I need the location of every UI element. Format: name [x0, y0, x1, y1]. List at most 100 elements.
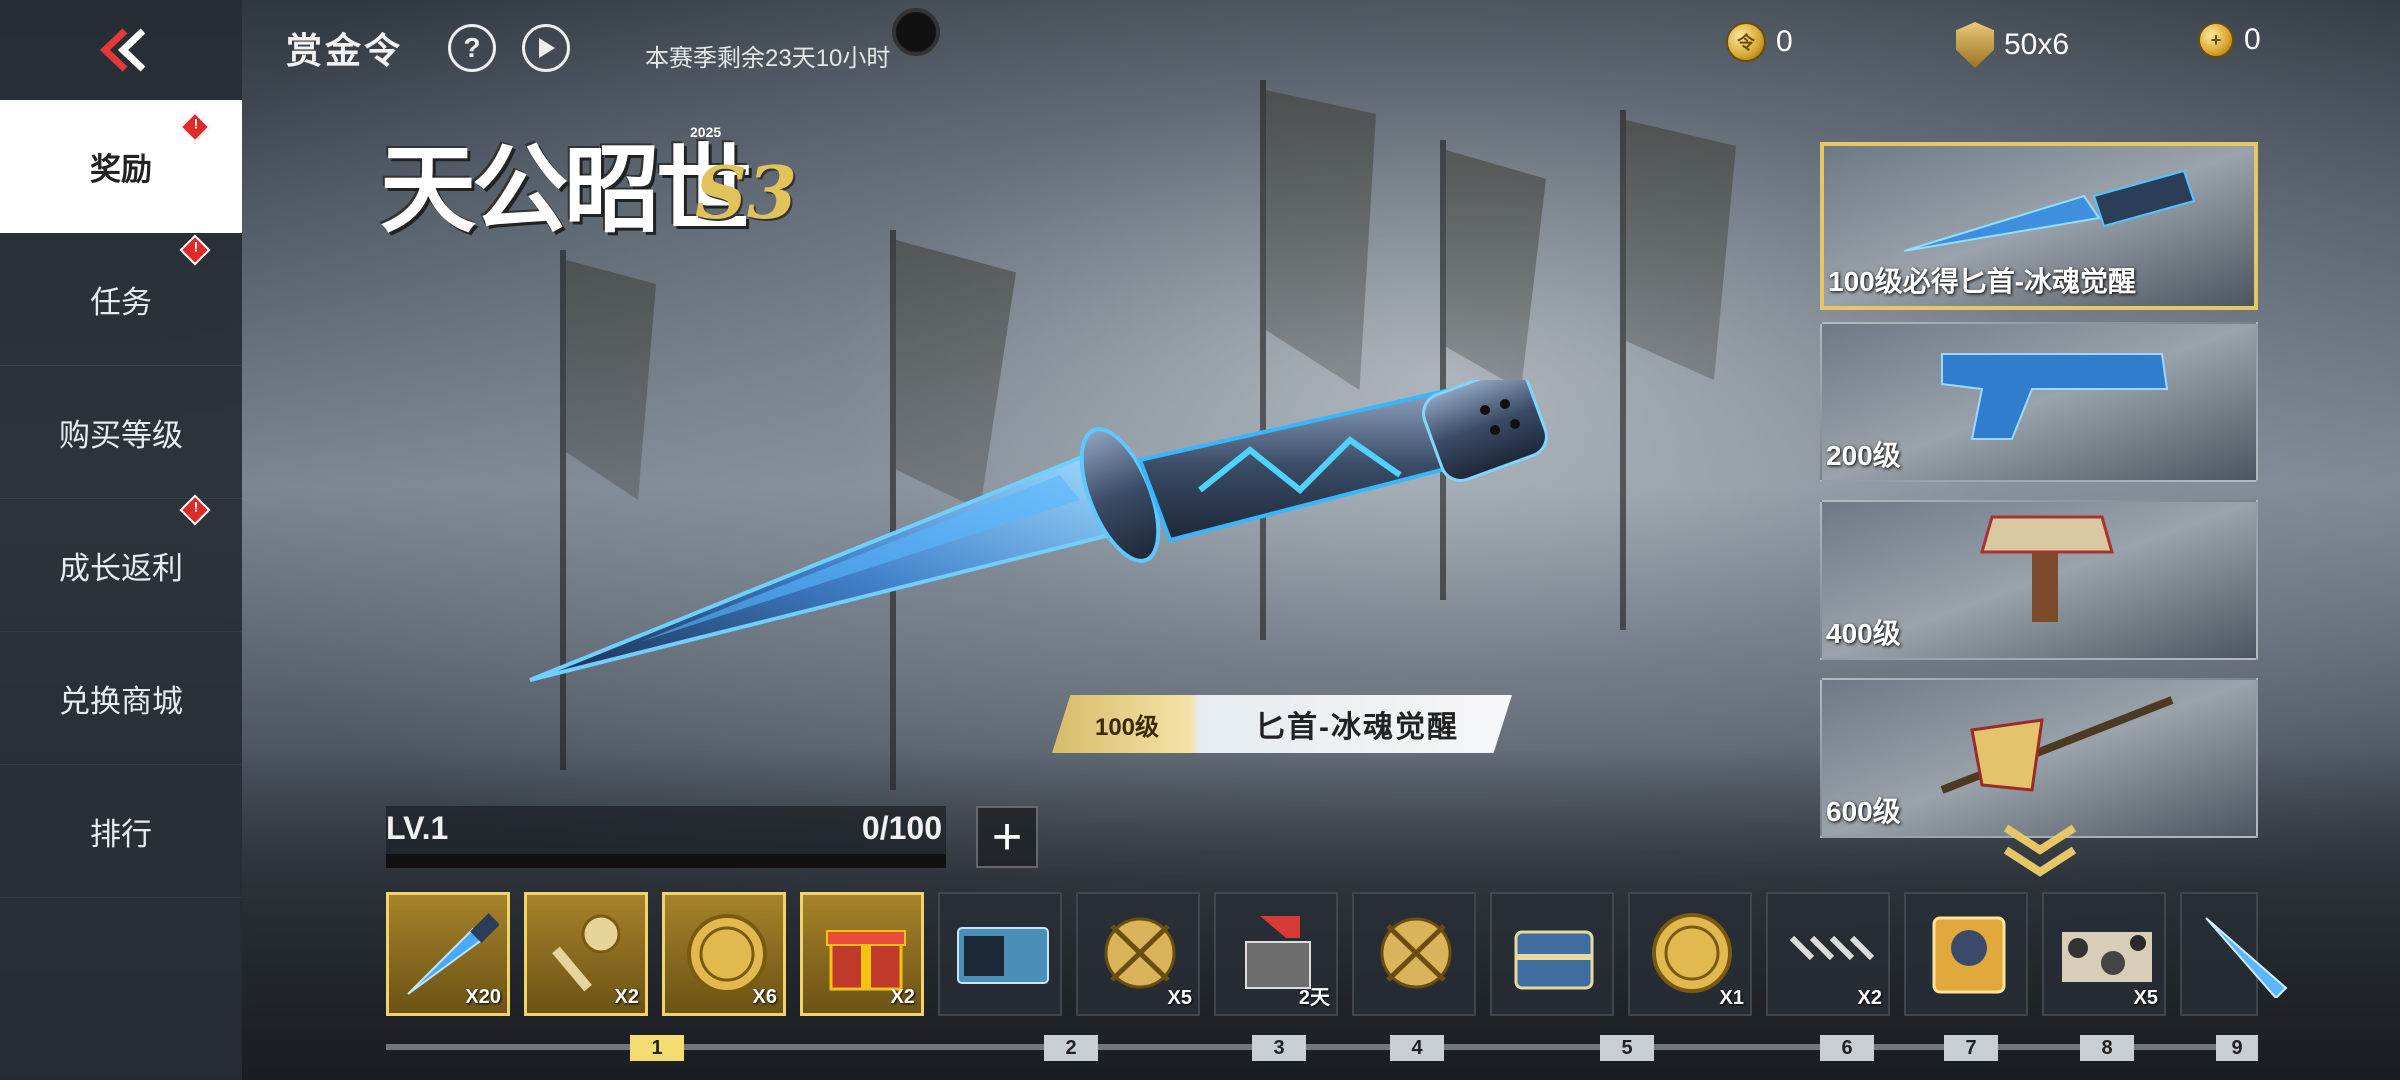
reward-count: X5 [2133, 987, 2158, 1009]
reward-slot[interactable]: X5 [2042, 892, 2166, 1016]
level-progress-bar: LV.1 0/100 [386, 806, 946, 868]
sidebar-item-label: 成长返利 [59, 550, 183, 586]
plus-icon: + [991, 808, 1023, 866]
reward-slot[interactable]: X20 [386, 892, 510, 1016]
halberd-thumbnail-icon [1940, 696, 2174, 794]
reward-count: X2 [1857, 987, 1882, 1009]
war-banner [1446, 150, 1546, 390]
reward-slot[interactable]: X2 [1766, 892, 1890, 1016]
season-logo-s3: S3 [695, 150, 798, 235]
currency-bounty-coin[interactable]: + 0 [2198, 22, 2261, 58]
level-marker: 7 [1944, 1035, 1998, 1061]
sidebar-item-buy-levels[interactable]: 购买等级 [0, 366, 242, 499]
chain-icon [1789, 935, 1875, 961]
level-marker: 8 [2080, 1035, 2134, 1061]
sidebar-item-rewards[interactable]: 奖励 [0, 100, 242, 233]
sidebar-item-tasks[interactable]: 任务 [0, 233, 242, 366]
reward-count: X20 [465, 986, 501, 1008]
reward-card-level-600[interactable]: 600级 [1820, 678, 2258, 838]
notification-badge [179, 234, 211, 266]
featured-reward-level: 100级 [1094, 713, 1160, 741]
coin-icon [1652, 913, 1732, 993]
featured-reward-nameplate: 100级 匕首-冰魂觉醒 [1052, 695, 1512, 753]
currency-value: 50x6 [2004, 28, 2070, 61]
reward-slot[interactable]: X2 [800, 892, 924, 1016]
reward-slot[interactable] [1904, 892, 2028, 1016]
currency-value: 0 [2244, 23, 2261, 56]
featured-dagger-image [529, 380, 1548, 682]
chest-icon [1514, 930, 1594, 990]
notification-badge [179, 494, 211, 526]
current-level-label: LV.1 [386, 810, 449, 846]
currency-value: 0 [1776, 25, 1793, 58]
help-icon: ? [463, 32, 481, 63]
level-marker: 2 [1044, 1035, 1098, 1061]
sidebar-item-ranking[interactable]: 排行 [0, 765, 242, 898]
sidebar-item-growth-rebate[interactable]: 成长返利 [0, 494, 242, 632]
reward-slot[interactable]: X6 [662, 892, 786, 1016]
reward-count: 2天 [1298, 987, 1330, 1009]
help-button[interactable]: ? [448, 24, 496, 72]
reward-card-label: 400级 [1826, 618, 1901, 649]
level-marker: 5 [1600, 1035, 1654, 1061]
camera-cutout [892, 8, 940, 56]
currency-shield-token[interactable]: 50x6 [1956, 22, 2069, 68]
play-icon [539, 38, 555, 58]
play-video-button[interactable] [522, 24, 570, 72]
war-banner [1626, 120, 1736, 380]
sidebar: 奖励 任务 购买等级 成长返利 兑换商城 排行 [0, 0, 242, 1080]
crossed-coin-icon [1104, 917, 1176, 989]
sidebar-item-label: 奖励 [90, 151, 152, 187]
reward-count: X6 [752, 986, 777, 1008]
blade-icon [2205, 917, 2288, 998]
reward-card-level-200[interactable]: 200级 [1820, 322, 2258, 482]
level-marker: 6 [1820, 1035, 1874, 1061]
level-marker: 9 [2216, 1035, 2258, 1061]
reward-slot[interactable]: X2 [524, 892, 648, 1016]
gold-coin-icon: 令 [1726, 22, 1766, 62]
reward-slot[interactable] [1490, 892, 1614, 1016]
reward-slot[interactable]: X5 [1076, 892, 1200, 1016]
reward-card-label: 200级 [1826, 440, 1901, 471]
page-title: 赏金令 [286, 30, 404, 71]
level-marker: 1 [630, 1035, 684, 1061]
back-button[interactable] [0, 0, 242, 100]
buy-level-plus-button[interactable]: + [976, 806, 1038, 868]
reward-card-level-100[interactable]: 100级必得匕首-冰魂觉醒 [1820, 142, 2258, 310]
reward-slot[interactable] [2180, 892, 2288, 1016]
card-icon [957, 927, 1049, 984]
crossed-coin-icon [1380, 917, 1452, 989]
dagger-thumbnail-icon [1903, 169, 2196, 252]
axe-thumbnail-icon [1980, 515, 2114, 622]
season-logo-year: 2025 [690, 124, 722, 140]
reward-card-label: 100级必得匕首-冰魂觉醒 [1828, 266, 2137, 297]
reward-count: X5 [1167, 987, 1192, 1009]
sidebar-item-exchange-shop[interactable]: 兑换商城 [0, 632, 242, 765]
reward-count: X1 [1719, 987, 1744, 1009]
sidebar-item-label: 购买等级 [59, 417, 183, 453]
reward-card-level-400[interactable]: 400级 [1820, 500, 2258, 660]
featured-reward-name: 匕首-冰魂觉醒 [1255, 711, 1459, 744]
season-countdown: 本赛季剩余23天10小时 [645, 45, 891, 72]
banner-pole [1620, 110, 1626, 630]
reward-count: X2 [890, 986, 915, 1008]
reward-card-label: 600级 [1826, 796, 1901, 827]
camo-icon [2062, 932, 2152, 982]
pistol-thumbnail-icon [1941, 353, 2169, 440]
level-progress-text: 0/100 [861, 810, 942, 846]
reward-slot[interactable] [1352, 892, 1476, 1016]
back-chevron-icon [99, 28, 146, 72]
bounty-coin-add-icon: + [2198, 22, 2234, 58]
scroll-down-chevron-icon[interactable] [2000, 820, 2080, 880]
portrait-card-icon [1932, 916, 2006, 994]
sidebar-item-label: 任务 [90, 284, 152, 320]
war-banner [1266, 90, 1376, 390]
reward-slot[interactable]: X1 [1628, 892, 1752, 1016]
shield-token-icon [1956, 22, 1994, 68]
reward-slot[interactable]: 2天 [1214, 892, 1338, 1016]
reward-count: X2 [614, 986, 639, 1008]
reward-slot[interactable] [938, 892, 1062, 1016]
level-marker: 3 [1252, 1035, 1306, 1061]
currency-gold[interactable]: 令 0 [1726, 22, 1793, 62]
sidebar-item-label: 兑换商城 [59, 683, 183, 719]
